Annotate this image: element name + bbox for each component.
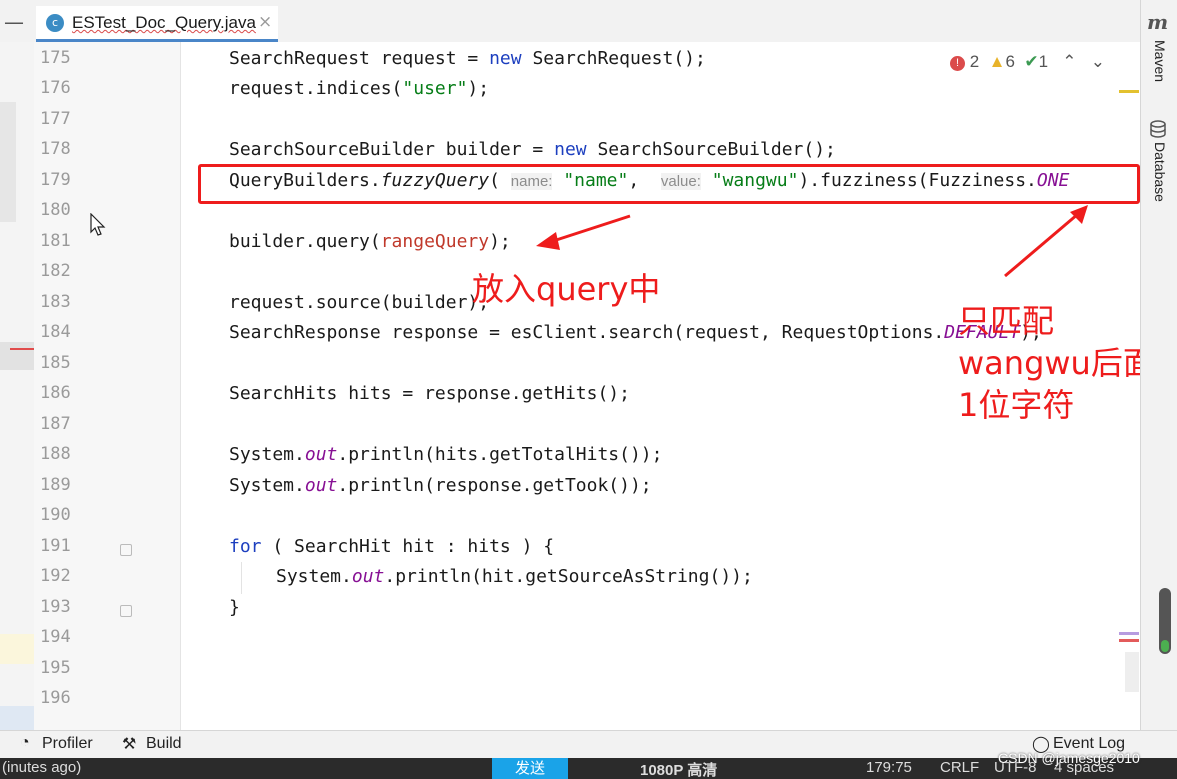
profiler-button[interactable]: Profiler [42,735,93,753]
maven-logo-icon[interactable]: m [1147,10,1168,34]
send-button[interactable]: 发送 [492,758,568,779]
watermark: CSDN @jamesge2010 [998,750,1140,766]
arrow-to-fuzziness [1004,212,1079,278]
caret-position[interactable]: 179:75 [866,759,912,776]
annotation-line: wangwu后面 [958,344,1155,382]
annotation-line: 1位字符 [958,386,1075,424]
right-tool-strip: m Maven Database [1140,0,1177,730]
database-icon[interactable] [1149,120,1167,138]
annotation-line: 只匹配 [958,302,1055,340]
arrow-head-query [536,232,560,250]
quality-label[interactable]: 1080P 高清 [640,759,717,779]
annotation-put-in-query: 放入query中 [472,270,661,308]
maven-panel-tab[interactable]: Maven [1152,40,1168,82]
build-button[interactable]: Build [146,735,182,753]
line-separator[interactable]: CRLF [940,759,979,776]
hammer-icon[interactable]: ⚒ [122,734,136,754]
scrollbar-status [1161,640,1169,652]
status-message: (inutes ago) [2,759,82,776]
database-panel-tab[interactable]: Database [1152,142,1168,202]
arrow-to-query-line [546,214,631,245]
profiler-icon[interactable]: ◔ [20,734,30,752]
arrow-head-fuzziness [1070,205,1088,224]
annotation-match-only: 只匹配 wangwu后面 1位字符 [958,300,1155,426]
